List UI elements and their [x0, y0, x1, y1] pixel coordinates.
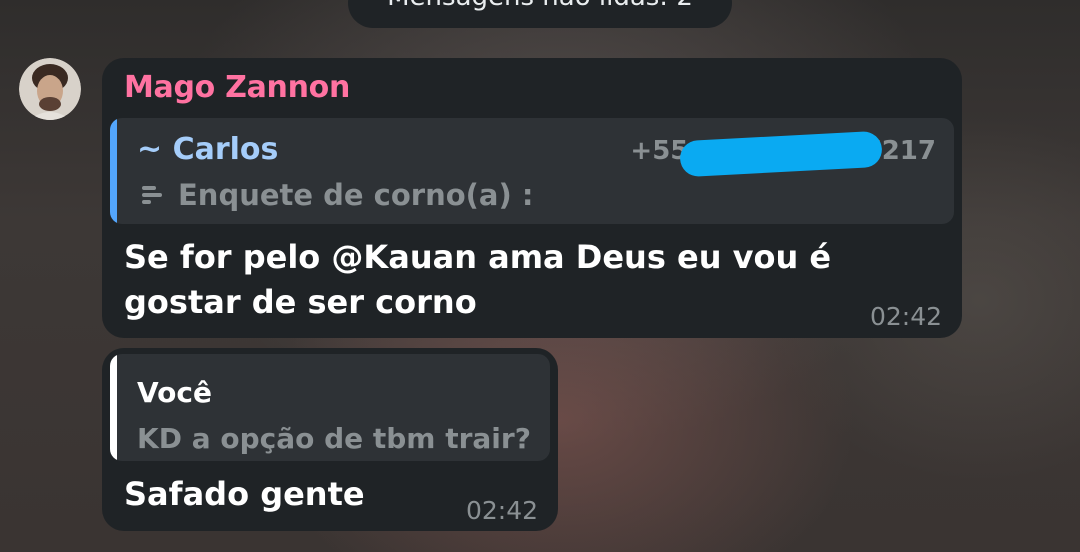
quote-accent-bar: [110, 354, 117, 461]
quoted-author: ~ Carlos: [137, 132, 279, 167]
sender-avatar[interactable]: [19, 58, 81, 120]
message-timestamp: 02:42: [465, 496, 538, 525]
avatar-photo: [19, 58, 81, 120]
quoted-text: KD a opção de tbm trair?: [137, 422, 531, 455]
quote-accent-bar: [110, 118, 117, 224]
message-timestamp: 02:42: [869, 302, 942, 331]
message-bubble[interactable]: Você KD a opção de tbm trair? Safado gen…: [102, 348, 558, 531]
unread-messages-banner: Mensagens não lidas: 2: [348, 0, 732, 28]
message-text: Se for pelo @Kauan ama Deus eu vou é gos…: [124, 238, 832, 321]
quoted-text: Enquete de corno(a) :: [178, 178, 534, 212]
quoted-message[interactable]: ~ Carlos +55 ••••••••••7217 Enquete de c…: [110, 118, 954, 224]
quoted-message[interactable]: Você KD a opção de tbm trair?: [110, 354, 550, 461]
message-bubble[interactable]: Mago Zannon ~ Carlos +55 ••••••••••7217 …: [102, 58, 962, 338]
message-text: Safado gente: [124, 475, 365, 513]
quoted-author: Você: [137, 376, 212, 409]
sender-name[interactable]: Mago Zannon: [124, 70, 350, 105]
poll-icon: [142, 185, 164, 209]
unread-messages-text: Mensagens não lidas: 2: [387, 0, 693, 12]
